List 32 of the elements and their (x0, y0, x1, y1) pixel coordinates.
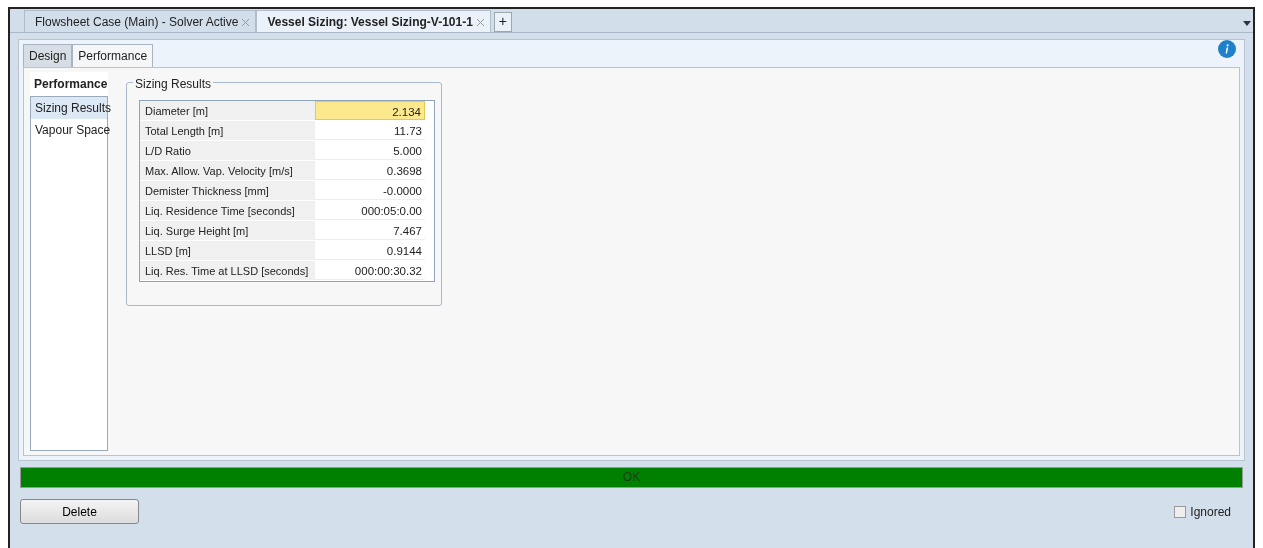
value-cell[interactable]: 0.3698 (315, 161, 425, 180)
value-cell[interactable]: -0.0000 (315, 181, 425, 200)
value-cell[interactable]: 5.000 (315, 141, 425, 160)
tab[interactable]: Design (23, 44, 73, 67)
sidebar-title: Performance (30, 72, 108, 96)
close-icon[interactable] (242, 18, 250, 26)
checkbox[interactable] (1174, 505, 1187, 518)
add-tab-button[interactable]: + (493, 12, 513, 32)
row-label: LLSD [m] (140, 241, 315, 260)
row-label: Liq. Residence Time [seconds] (140, 201, 315, 220)
status-bar: OK (20, 467, 1243, 488)
row-label: Demister Thickness [mm] (140, 181, 315, 200)
tab[interactable]: Performance (72, 44, 154, 67)
value-cell[interactable]: 000:05:0.00 (315, 201, 425, 220)
row-label: Diameter [m] (140, 101, 315, 120)
value-cell[interactable]: 7.467 (315, 221, 425, 240)
row-label: Max. Allow. Vap. Velocity [m/s] (140, 161, 315, 180)
row-label: L/D Ratio (140, 141, 315, 160)
document-tab[interactable]: Vessel Sizing: Vessel Sizing-V-101-1 (256, 10, 491, 32)
row-label: Liq. Res. Time at LLSD [seconds] (140, 261, 315, 280)
value-cell[interactable]: 11.73 (315, 121, 425, 140)
value-cell[interactable]: 2.134 (315, 101, 425, 120)
document-tab[interactable]: Flowsheet Case (Main) - Solver Active (24, 10, 257, 32)
value-cell[interactable]: 000:00:30.32 (315, 261, 425, 280)
row-label: Total Length [m] (140, 121, 315, 140)
dropdown-caret-icon[interactable] (1243, 21, 1251, 27)
info-icon[interactable] (1218, 40, 1236, 58)
delete-button[interactable]: Delete (20, 499, 139, 524)
row-label: Liq. Surge Height [m] (140, 221, 315, 240)
value-cell[interactable]: 0.9144 (315, 241, 425, 260)
close-icon[interactable] (476, 18, 484, 26)
checkbox-label: Ignored (1190, 503, 1231, 521)
